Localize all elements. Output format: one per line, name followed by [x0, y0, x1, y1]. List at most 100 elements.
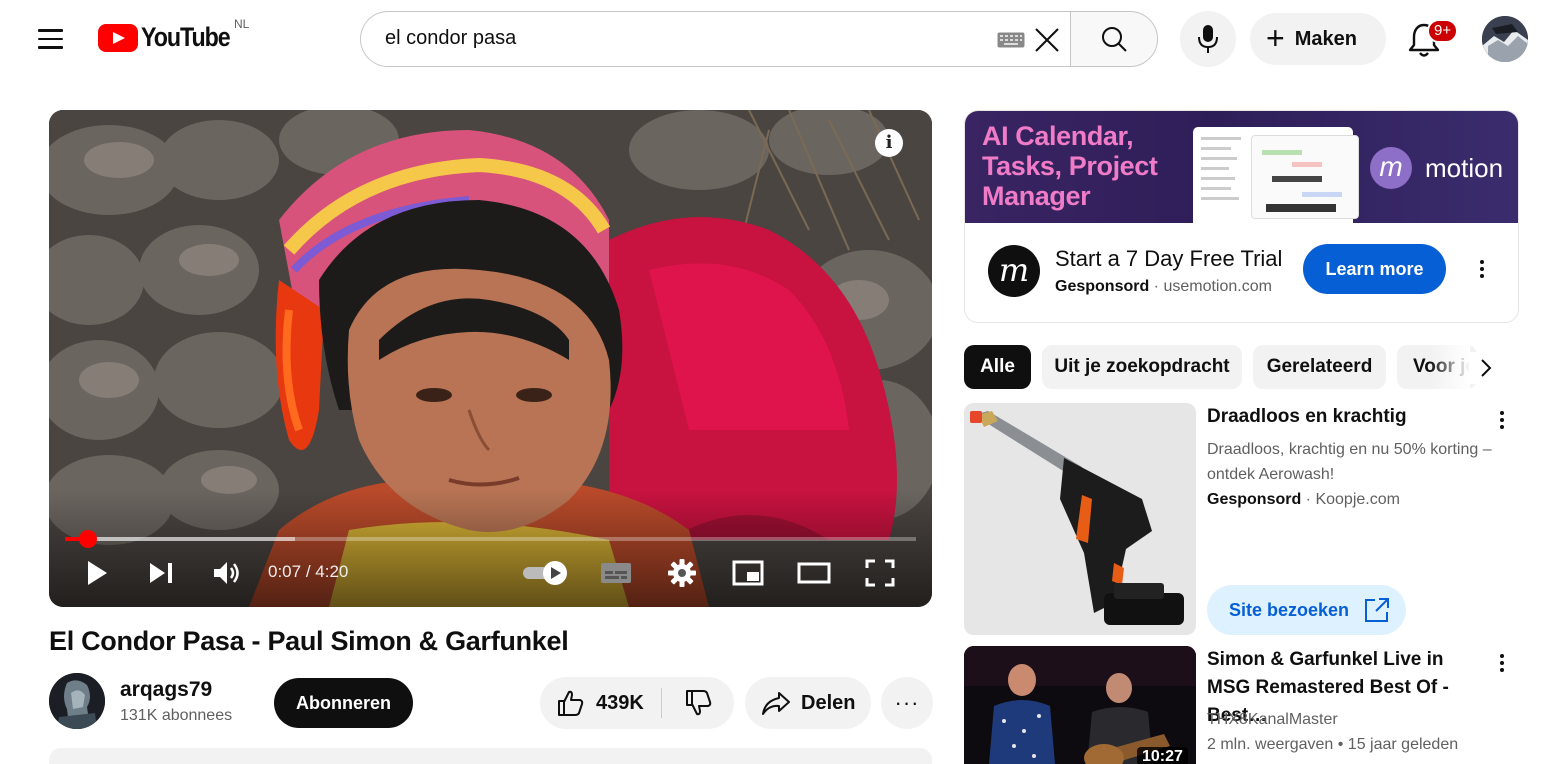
search-query-text[interactable]: el condor pasa [385, 27, 516, 50]
mute-button[interactable] [209, 557, 245, 589]
keyboard-icon[interactable] [997, 32, 1025, 48]
sponsored-label: Gesponsord [1055, 278, 1150, 295]
sponsored-ad-card[interactable]: AI Calendar, Tasks, Project Manager m mo… [964, 110, 1519, 323]
theater-mode-icon [797, 562, 831, 584]
subscribe-button[interactable]: Abonneren [274, 678, 413, 728]
more-horizontal-icon: ··· [894, 690, 920, 715]
rec-title[interactable]: Draadloos en krachtig [1207, 403, 1482, 431]
video-title: El Condor Pasa - Paul Simon & Garfunkel [49, 626, 569, 656]
description-box[interactable] [49, 748, 932, 764]
rec-stats: 2 mln. weergaven • 15 jaar geleden [1207, 732, 1497, 757]
rec-menu-icon[interactable] [1490, 651, 1514, 675]
menu-icon[interactable] [30, 22, 70, 56]
learn-more-button[interactable]: Learn more [1303, 244, 1446, 294]
youtube-logo[interactable]: YouTube [98, 22, 244, 53]
chips-fade [1430, 345, 1470, 389]
external-link-icon [1365, 598, 1390, 622]
share-button[interactable]: Delen [745, 677, 871, 729]
like-dislike-group: 439K [540, 677, 734, 729]
masthead: YouTube NL el condor pasa + Maken 9+ [0, 0, 1568, 78]
next-button[interactable] [145, 557, 177, 589]
rec-views: 2 mln. weergaven [1207, 736, 1334, 753]
settings-button[interactable] [665, 557, 699, 589]
notification-badge: 9+ [1427, 19, 1459, 43]
pressure-washer-image [964, 403, 1196, 635]
search-input[interactable]: el condor pasa [360, 11, 1071, 67]
separator-dot: · [1149, 278, 1164, 295]
like-count: 439K [596, 691, 644, 714]
account-avatar[interactable] [1482, 16, 1528, 62]
video-player[interactable]: i 0:07 / 4:20 [49, 110, 932, 607]
chip-related[interactable]: Gerelateerd [1253, 345, 1386, 389]
ad-app-calendar-preview [1251, 135, 1359, 219]
ad-domain: usemotion.com [1163, 278, 1272, 295]
chip-all[interactable]: Alle [964, 345, 1031, 389]
more-actions-button[interactable]: ··· [881, 677, 933, 729]
rec-age: 15 jaar geleden [1347, 736, 1459, 753]
time-separator: / [301, 562, 316, 581]
chip-from-search[interactable]: Uit je zoekopdracht [1042, 345, 1242, 389]
ad-banner[interactable]: AI Calendar, Tasks, Project Manager m mo… [965, 111, 1518, 223]
like-button[interactable]: 439K [540, 677, 661, 729]
channel-avatar[interactable] [49, 673, 105, 729]
youtube-play-icon [98, 23, 138, 52]
country-code: NL [234, 17, 250, 31]
search-icon [1102, 27, 1127, 52]
logo-text: YouTube [141, 22, 231, 52]
miniplayer-button[interactable] [731, 557, 765, 589]
visit-site-button[interactable]: Site bezoeken [1207, 585, 1406, 635]
ad-banner-line: Tasks, Project [982, 151, 1158, 181]
visit-site-label: Site bezoeken [1229, 599, 1350, 620]
progress-bar[interactable] [65, 530, 916, 548]
play-button[interactable] [81, 557, 113, 589]
search-button[interactable] [1070, 11, 1158, 67]
play-icon [88, 561, 107, 585]
ad-brand-name: motion [1425, 153, 1504, 183]
ad-menu-icon[interactable] [1470, 257, 1494, 281]
chips-next-button[interactable] [1470, 352, 1502, 384]
info-icon[interactable]: i [875, 129, 903, 157]
ad-banner-line: Manager [982, 181, 1091, 211]
subtitles-button[interactable] [599, 557, 633, 589]
gear-icon [668, 559, 696, 587]
ad-banner-line: AI Calendar, [982, 121, 1134, 151]
fullscreen-icon [865, 559, 895, 587]
separator-dot: · [1301, 491, 1316, 508]
ad-sponsor-line: Gesponsord · usemotion.com [1055, 278, 1272, 296]
subscriber-count: 131K abonnees [120, 707, 233, 724]
volume-icon [214, 562, 239, 584]
autoplay-toggle-icon [523, 561, 567, 585]
create-button[interactable]: + Maken [1250, 13, 1386, 65]
rec-menu-icon[interactable] [1490, 408, 1514, 432]
miniplayer-icon [732, 560, 764, 586]
thumbs-up-icon [558, 690, 584, 716]
fullscreen-button[interactable] [863, 557, 897, 589]
progress-scrubber[interactable] [78, 530, 97, 548]
skip-next-icon [150, 563, 172, 583]
ad-product-thumbnail[interactable] [964, 403, 1196, 635]
time-display: 0:07 / 4:20 [268, 562, 348, 582]
rec-channel[interactable]: THX8KanalMaster [1207, 707, 1497, 732]
progress-buffer [65, 537, 295, 541]
plus-icon: + [1266, 19, 1285, 56]
share-label: Delen [801, 691, 856, 714]
current-time: 0:07 [268, 562, 302, 581]
dislike-button[interactable] [662, 677, 734, 729]
share-icon [762, 692, 790, 715]
thumbs-down-icon [686, 690, 712, 716]
autoplay-toggle[interactable] [521, 557, 571, 589]
clear-search-icon[interactable] [1033, 26, 1061, 54]
create-label: Maken [1294, 27, 1357, 50]
ad-headline[interactable]: Start a 7 Day Free Trial [1055, 246, 1282, 272]
chevron-right-icon [1481, 359, 1492, 377]
motion-logo-icon: m [1370, 147, 1412, 189]
voice-search-button[interactable] [1180, 11, 1236, 67]
advertiser-logo[interactable]: m [988, 245, 1040, 297]
separator-dot: • [1333, 736, 1348, 753]
subtitles-icon [601, 563, 631, 583]
rec-description: Draadloos, krachtig en nu 50% korting – … [1207, 441, 1492, 483]
rec-sponsor-line: Gesponsord · Koopje.com [1207, 487, 1497, 512]
theater-mode-button[interactable] [797, 557, 831, 589]
sponsored-label: Gesponsord [1207, 491, 1302, 508]
channel-name[interactable]: arqags79 [120, 678, 212, 702]
